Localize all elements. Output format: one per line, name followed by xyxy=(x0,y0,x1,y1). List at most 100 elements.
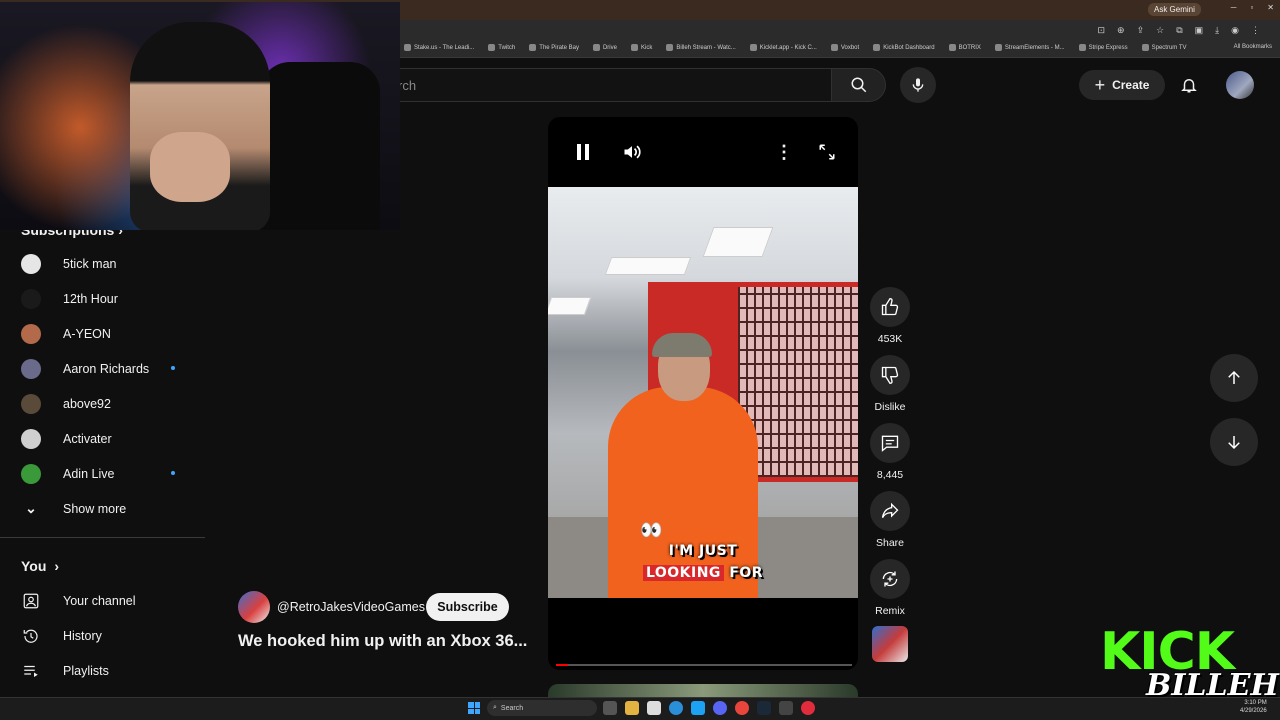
you-heading[interactable]: You › xyxy=(21,558,59,574)
history-icon xyxy=(21,626,41,646)
window-controls: ─ ▫ ✕ xyxy=(1231,3,1274,12)
search-placeholder: rch xyxy=(398,78,417,93)
sidepanel-icon[interactable]: ▣ xyxy=(1195,25,1204,36)
bookmark-label: Stake.us - The Leadi... xyxy=(414,44,475,51)
share-icon xyxy=(881,502,899,518)
remix-button[interactable]: Remix xyxy=(870,559,910,617)
sidebar-subscription-item[interactable]: 5tick man xyxy=(21,246,201,281)
notepad-icon[interactable] xyxy=(647,701,661,715)
sidebar-subscription-item[interactable]: A-YEON xyxy=(21,316,201,351)
channel-avatar xyxy=(21,428,41,449)
volume-button[interactable] xyxy=(617,137,647,167)
bookmark-item[interactable]: Stripe Express xyxy=(1078,44,1128,51)
share-icon[interactable]: ⇪ xyxy=(1137,25,1145,36)
subscription-name: Aaron Richards xyxy=(63,361,150,376)
profile-icon[interactable]: ◉ xyxy=(1231,25,1239,36)
file-explorer-icon[interactable] xyxy=(625,701,639,715)
discord-icon[interactable] xyxy=(713,701,727,715)
sidebar-you-item[interactable]: Playlists xyxy=(21,653,201,688)
bookmark-favicon-icon xyxy=(873,44,881,51)
sidebar-you-item[interactable]: Your channel xyxy=(21,583,201,618)
pause-button[interactable] xyxy=(568,137,598,167)
minimize-icon[interactable]: ─ xyxy=(1231,3,1237,12)
share-button[interactable]: Share xyxy=(870,491,910,549)
app-icon[interactable] xyxy=(691,701,705,715)
task-view-icon[interactable] xyxy=(603,701,617,715)
search-button[interactable] xyxy=(831,68,886,102)
bookmark-item[interactable]: Voxbot xyxy=(830,44,859,51)
account-avatar[interactable] xyxy=(1226,71,1254,99)
bookmark-item[interactable]: KickBot Dashboard xyxy=(873,44,935,51)
notifications-button[interactable] xyxy=(1176,72,1202,98)
bookmark-item[interactable]: Kicklet.app - Kick C... xyxy=(749,44,817,51)
streamer-hand xyxy=(150,132,230,202)
channel-handle[interactable]: @RetroJakesVideoGames xyxy=(277,600,425,614)
more-options-button[interactable]: ⋮ xyxy=(769,137,799,167)
system-clock[interactable]: 3:10 PM 4/29/2026 xyxy=(1240,699,1267,715)
create-button[interactable]: + Create xyxy=(1079,70,1165,100)
steam-icon[interactable] xyxy=(757,701,771,715)
previous-short-button[interactable] xyxy=(1210,354,1258,402)
dislike-button[interactable]: Dislike xyxy=(870,355,910,413)
restore-icon[interactable]: ▫ xyxy=(1250,3,1253,12)
record-icon[interactable] xyxy=(801,701,815,715)
all-bookmarks[interactable]: All Bookmarks xyxy=(1234,44,1272,50)
remix-label: Remix xyxy=(875,605,905,617)
edge-icon[interactable] xyxy=(669,701,683,715)
bookmark-item[interactable]: StreamElements - M... xyxy=(994,44,1065,51)
progress-bar[interactable] xyxy=(556,664,852,666)
comments-button[interactable]: 8,445 xyxy=(870,423,910,481)
fullscreen-button[interactable] xyxy=(812,137,842,167)
sound-thumbnail[interactable] xyxy=(872,626,908,662)
downloads-icon[interactable]: ⤓ xyxy=(1215,25,1219,36)
ask-gemini-button[interactable]: Ask Gemini xyxy=(1148,3,1201,16)
create-label: Create xyxy=(1112,78,1150,92)
bookmark-list: Stake.us - The Leadi... Twitch The Pirate … xyxy=(404,44,1187,51)
person-icon xyxy=(21,591,41,611)
app-icon[interactable] xyxy=(779,701,793,715)
player-controls: ⋮ xyxy=(548,137,858,167)
chrome-icon[interactable] xyxy=(735,701,749,715)
thumb-down-icon xyxy=(881,366,899,385)
star-icon[interactable]: ☆ xyxy=(1156,25,1164,36)
bookmark-item[interactable]: The Pirate Bay xyxy=(529,44,579,51)
search-input[interactable] xyxy=(380,68,832,102)
close-icon[interactable]: ✕ xyxy=(1267,3,1274,12)
extensions-icon[interactable]: ⧉ xyxy=(1176,25,1182,36)
subscribe-button[interactable]: Subscribe xyxy=(426,593,509,621)
windows-start-icon[interactable] xyxy=(468,702,480,714)
subscription-name: above92 xyxy=(63,396,111,411)
next-short-button[interactable] xyxy=(1210,418,1258,466)
sidebar-subscription-item[interactable]: 12th Hour xyxy=(21,281,201,316)
menu-icon[interactable]: ⋮ xyxy=(1251,25,1260,36)
sidebar-you-item[interactable]: History xyxy=(21,618,201,653)
like-button[interactable]: 453K xyxy=(870,287,910,345)
expand-icon xyxy=(819,144,835,160)
voice-search-button[interactable] xyxy=(900,67,936,103)
video-title[interactable]: We hooked him up with an Xbox 36... xyxy=(238,632,527,651)
ceiling-light xyxy=(604,257,692,275)
taskbar-search[interactable]: ⌕ Search xyxy=(487,700,597,716)
sidebar-subscription-item[interactable]: Adin Live xyxy=(21,456,201,491)
webcam-overlay xyxy=(0,2,400,230)
bookmark-item[interactable]: Drive xyxy=(592,44,617,51)
bookmark-item[interactable]: BOTRIX xyxy=(948,44,981,51)
remix-icon xyxy=(882,571,898,587)
bookmark-item[interactable]: Stake.us - The Leadi... xyxy=(404,44,474,51)
bookmark-item[interactable]: Twitch xyxy=(488,44,515,51)
search-icon: ⌕ xyxy=(493,704,497,711)
sidebar-subscription-item[interactable]: above92 xyxy=(21,386,201,421)
bookmark-item[interactable]: Kick xyxy=(630,44,652,51)
show-more-button[interactable]: ⌄ Show more xyxy=(21,491,201,526)
caption-rest: FOR xyxy=(729,565,764,581)
pause-icon xyxy=(577,144,589,160)
install-icon[interactable]: ⊡ xyxy=(1097,25,1105,36)
bookmark-item[interactable]: Billeh Stream - Watc... xyxy=(666,44,736,51)
bookmark-item[interactable]: Spectrum TV xyxy=(1141,44,1187,51)
channel-avatar[interactable] xyxy=(238,591,270,623)
sidebar-subscription-item[interactable]: Activater xyxy=(21,421,201,456)
channel-avatar xyxy=(21,393,41,414)
zoom-icon[interactable]: ⊕ xyxy=(1117,25,1125,36)
sidebar-subscription-item[interactable]: Aaron Richards xyxy=(21,351,201,386)
bookmark-label: StreamElements - M... xyxy=(1004,44,1065,51)
